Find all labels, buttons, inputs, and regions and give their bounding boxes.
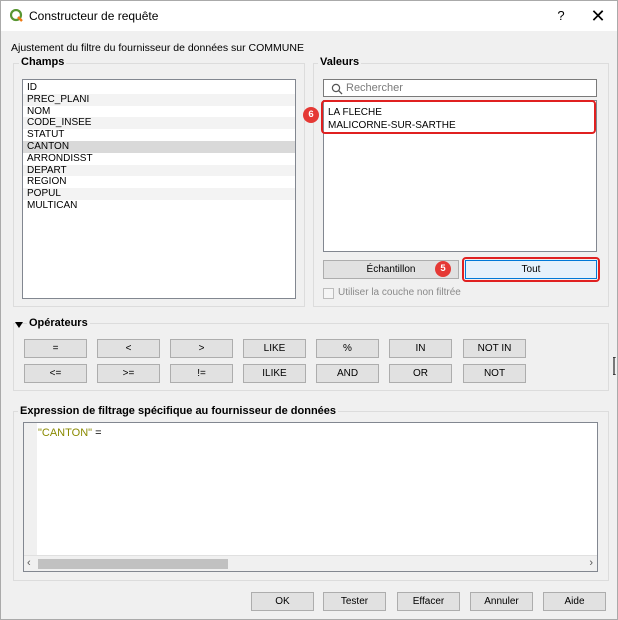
close-icon[interactable]: ✕ xyxy=(587,5,609,27)
use-unfiltered-checkbox[interactable] xyxy=(323,288,334,299)
scroll-left-icon[interactable]: ‹ xyxy=(27,557,31,569)
expression-field-token: "CANTON" xyxy=(38,427,93,439)
operator-button[interactable]: <= xyxy=(24,364,87,383)
step-badge-6: 6 xyxy=(303,107,319,123)
field-item[interactable]: ARRONDISST xyxy=(23,153,295,165)
help-icon[interactable]: ? xyxy=(551,6,571,26)
operator-button[interactable]: OR xyxy=(389,364,452,383)
qgis-logo-icon xyxy=(10,9,23,22)
expression-editor[interactable]: "CANTON" = ‹ › xyxy=(23,422,598,572)
operator-button[interactable]: AND xyxy=(316,364,379,383)
expression-group-title: Expression de filtrage spécifique au fou… xyxy=(18,405,339,417)
window-title: Constructeur de requête xyxy=(29,9,159,23)
test-button[interactable]: Tester xyxy=(323,592,386,611)
scrollbar-thumb[interactable] xyxy=(38,559,228,569)
operator-button[interactable]: IN xyxy=(389,339,452,358)
field-item[interactable]: DEPART xyxy=(23,164,295,177)
expression-operator-token: = xyxy=(92,427,102,439)
operator-button[interactable]: >= xyxy=(97,364,160,383)
operator-button[interactable]: < xyxy=(97,339,160,358)
all-button-highlight-outline xyxy=(462,257,600,282)
horizontal-scrollbar[interactable]: ‹ › xyxy=(24,555,597,571)
operator-button[interactable]: % xyxy=(316,339,379,358)
text-cursor-icon xyxy=(613,357,616,375)
values-highlight-outline xyxy=(321,100,596,134)
cancel-button[interactable]: Annuler xyxy=(470,592,533,611)
help-button[interactable]: Aide xyxy=(543,592,606,611)
field-item[interactable]: ID xyxy=(23,82,295,94)
field-item[interactable]: CANTON xyxy=(23,140,295,153)
field-item[interactable]: MULTICAN xyxy=(23,200,295,212)
field-item[interactable]: NOM xyxy=(23,106,295,118)
operator-button[interactable]: > xyxy=(170,339,233,358)
search-placeholder: Rechercher xyxy=(346,82,403,94)
operator-button[interactable]: = xyxy=(24,339,87,358)
use-unfiltered-label: Utiliser la couche non filtrée xyxy=(338,287,461,298)
step-badge-5: 5 xyxy=(435,261,451,277)
fields-group-title: Champs xyxy=(19,56,67,68)
operator-button[interactable]: LIKE xyxy=(243,339,306,358)
operator-button[interactable]: NOT xyxy=(463,364,526,383)
scroll-right-icon[interactable]: › xyxy=(589,557,593,569)
field-item[interactable]: REGION xyxy=(23,176,295,188)
dialog-subtitle: Ajustement du filtre du fournisseur de d… xyxy=(11,42,304,54)
clear-button[interactable]: Effacer xyxy=(397,592,460,611)
field-item[interactable]: CODE_INSEE xyxy=(23,117,295,130)
fields-list[interactable]: ID PREC_PLANI NOM CODE_INSEE STATUT CANTON ARR… xyxy=(22,79,296,299)
field-item[interactable]: STATUT xyxy=(23,129,295,141)
operator-button[interactable]: ILIKE xyxy=(243,364,306,383)
editor-gutter xyxy=(24,423,37,556)
field-item[interactable]: PREC_PLANI xyxy=(23,93,295,106)
operator-button[interactable]: != xyxy=(170,364,233,383)
values-group-title: Valeurs xyxy=(318,56,362,68)
ok-button[interactable]: OK xyxy=(251,592,314,611)
expression-text[interactable]: "CANTON" = xyxy=(38,427,102,439)
collapse-triangle-icon[interactable] xyxy=(15,322,23,328)
operator-button[interactable]: NOT IN xyxy=(463,339,526,358)
query-builder-dialog: Constructeur de requête ? ✕ Ajustement d… xyxy=(0,0,618,620)
field-item[interactable]: POPUL xyxy=(23,188,295,200)
operators-group-title: Opérateurs xyxy=(27,317,90,329)
values-search-input[interactable]: Rechercher xyxy=(323,79,597,97)
title-bar: Constructeur de requête ? ✕ xyxy=(1,1,617,31)
search-icon xyxy=(331,83,343,95)
